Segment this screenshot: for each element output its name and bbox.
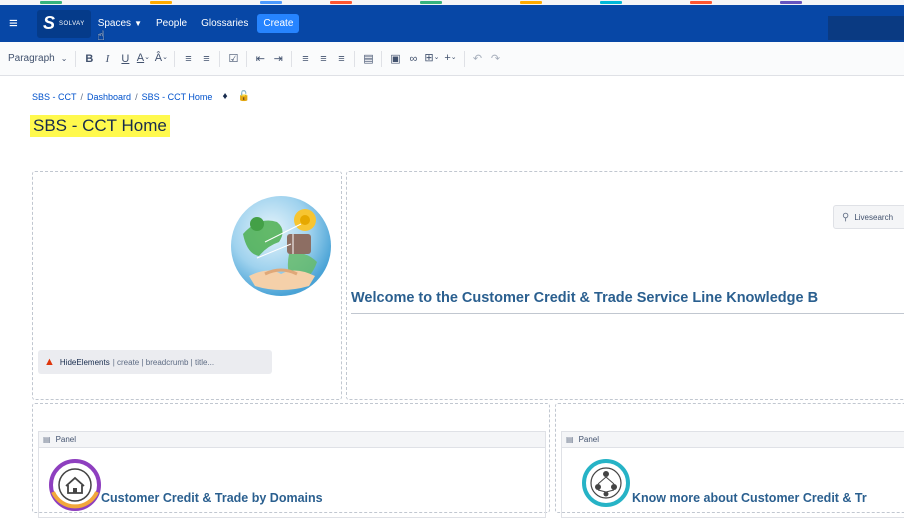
graduation-cap-icon: ▲	[44, 356, 55, 368]
create-button[interactable]: Create	[257, 14, 300, 33]
top-navbar: ≡ S SOLVAY Spaces ▼ People Glossaries Cre…	[0, 5, 904, 42]
paragraph-style-dropdown[interactable]: Paragraph ⌄	[4, 53, 71, 64]
undo-icon[interactable]: ↶	[469, 42, 487, 76]
globe-illustration-icon	[229, 194, 333, 298]
link-icon[interactable]: ∞	[404, 42, 422, 76]
indent-icon[interactable]: ⇥	[269, 42, 287, 76]
panel-macro-header[interactable]: ▤ Panel	[561, 431, 904, 448]
restrictions-lock-icon[interactable]: 🔓	[238, 91, 250, 102]
toolbar-divider	[246, 50, 248, 67]
breadcrumb-item[interactable]: Dashboard	[87, 92, 131, 102]
numbered-list-icon[interactable]: ≡	[197, 42, 215, 76]
toolbar-divider	[381, 50, 383, 67]
search-icon: ⚲	[842, 211, 850, 223]
underline-icon[interactable]: U	[116, 42, 134, 76]
logo-mark-icon: S	[43, 13, 56, 33]
company-logo[interactable]: S SOLVAY	[37, 9, 91, 38]
livesearch-macro[interactable]: ⚲ Livesearch	[833, 205, 904, 229]
layout-cell-right[interactable]: ⚲ Livesearch Welcome to the Customer Cre…	[346, 171, 904, 400]
welcome-heading: Welcome to the Customer Credit & Trade S…	[351, 290, 819, 306]
chevron-down-icon: ▼	[134, 19, 142, 28]
panel-icon: ▤	[43, 435, 51, 444]
hamburger-menu-icon[interactable]: ≡	[9, 5, 31, 42]
label-tag-icon[interactable]: ♦	[222, 91, 227, 102]
toolbar-divider	[75, 50, 77, 67]
task-list-icon[interactable]: ☑	[224, 42, 242, 76]
panel-macro-body	[38, 448, 546, 518]
italic-icon[interactable]: I	[98, 42, 116, 76]
page-title[interactable]: SBS - CCT Home	[30, 115, 170, 137]
toolbar-divider	[219, 50, 221, 67]
page-layout-icon[interactable]: ▤	[359, 42, 377, 76]
home-domain-icon	[49, 459, 101, 511]
align-left-icon[interactable]: ≡	[296, 42, 314, 76]
panel-icon: ▤	[566, 435, 574, 444]
breadcrumb-item[interactable]: SBS - CCT	[32, 92, 77, 102]
align-right-icon[interactable]: ≡	[332, 42, 350, 76]
layout-cell-left[interactable]: ▲ HideElements | create | breadcrumb | t…	[32, 171, 342, 400]
text-style-icon[interactable]: Â⌄	[152, 41, 170, 75]
bold-icon[interactable]: B	[80, 42, 98, 76]
logo-wordmark: SOLVAY	[59, 20, 85, 27]
bullet-list-icon[interactable]: ≡	[179, 42, 197, 76]
breadcrumb-item[interactable]: SBS - CCT Home	[142, 92, 213, 102]
panel-title[interactable]: Know more about Customer Credit & Tr	[632, 491, 867, 505]
nav-glossaries[interactable]: Glossaries	[194, 5, 255, 42]
outdent-icon[interactable]: ⇤	[251, 42, 269, 76]
chevron-down-icon: ⌄	[60, 54, 68, 63]
breadcrumb: SBS - CCT / Dashboard / SBS - CCT Home ♦…	[32, 91, 250, 102]
panel-title[interactable]: Customer Credit & Trade by Domains	[101, 491, 323, 505]
image-icon[interactable]: ▣	[386, 42, 404, 76]
toolbar-divider	[174, 50, 176, 67]
text-color-icon[interactable]: A⌄	[134, 41, 152, 75]
hide-elements-macro[interactable]: ▲ HideElements | create | breadcrumb | t…	[38, 350, 272, 374]
insert-plus-icon[interactable]: +⌄	[442, 41, 460, 75]
editor-toolbar: Paragraph ⌄ B I U A⌄ Â⌄ ≡ ≡ ☑ ⇤ ⇥ ≡ ≡ ≡ …	[0, 42, 904, 76]
layout-cell-bottom-right[interactable]: ▤ Panel Know more about Customer Credit …	[555, 403, 904, 518]
toolbar-divider	[354, 50, 356, 67]
people-network-icon	[582, 459, 630, 507]
table-icon[interactable]: ⊞⌄	[422, 41, 441, 75]
nav-people[interactable]: People	[149, 5, 194, 42]
panel-macro-header[interactable]: ▤ Panel	[38, 431, 546, 448]
toolbar-divider	[463, 50, 465, 67]
nav-search-area[interactable]	[828, 16, 904, 40]
align-center-icon[interactable]: ≡	[314, 42, 332, 76]
redo-icon[interactable]: ↷	[487, 42, 505, 76]
toolbar-divider	[291, 50, 293, 67]
heading-underline	[351, 313, 904, 314]
layout-cell-bottom-left[interactable]: ▤ Panel Customer Credit & Trade by Domai…	[32, 403, 550, 518]
